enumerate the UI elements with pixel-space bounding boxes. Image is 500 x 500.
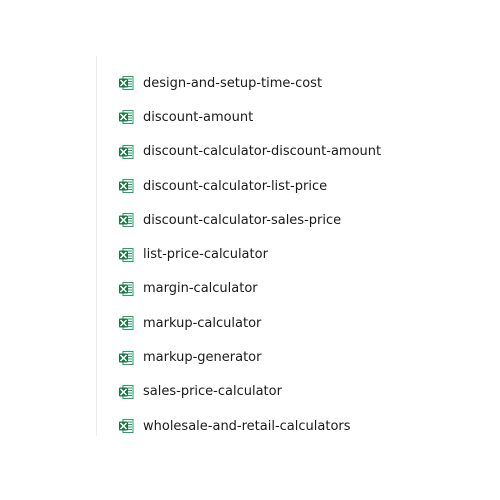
file-item[interactable]: design-and-setup-time-cost [118,66,381,100]
file-name: design-and-setup-time-cost [143,75,323,91]
file-item[interactable]: sales-price-calculator [118,375,381,409]
file-name: sales-price-calculator [143,384,282,400]
file-list-pane: design-and-setup-time-cost discount-amou… [0,0,500,500]
excel-file-icon [119,179,134,194]
excel-file-icon [119,350,134,365]
file-item[interactable]: discount-calculator-list-price [118,169,381,203]
file-item[interactable]: markup-generator [118,340,381,374]
file-name: wholesale-and-retail-calculators [143,418,351,434]
file-item[interactable]: list-price-calculator [118,237,381,271]
excel-file-icon [119,419,134,434]
file-item[interactable]: discount-amount [118,100,381,134]
file-item[interactable]: discount-calculator-sales-price [118,203,381,237]
excel-file-icon [119,144,134,159]
file-name: markup-generator [143,350,262,366]
file-name: discount-calculator-discount-amount [143,144,382,160]
pane-divider [96,56,97,436]
excel-file-icon [119,76,134,91]
file-name: list-price-calculator [143,247,268,263]
file-name: discount-calculator-list-price [143,178,328,194]
excel-file-icon [119,247,134,262]
file-name: discount-amount [143,109,254,125]
excel-file-icon [119,384,134,399]
file-item[interactable]: discount-calculator-discount-amount [118,135,381,169]
file-item[interactable]: margin-calculator [118,272,381,306]
file-list: design-and-setup-time-cost discount-amou… [118,66,381,443]
file-name: discount-calculator-sales-price [143,212,342,228]
file-item[interactable]: wholesale-and-retail-calculators [118,409,381,443]
file-name: markup-calculator [143,315,262,331]
excel-file-icon [119,110,134,125]
excel-file-icon [119,213,134,228]
excel-file-icon [119,281,134,296]
file-name: margin-calculator [143,281,258,297]
excel-file-icon [119,316,134,331]
file-item[interactable]: markup-calculator [118,306,381,340]
